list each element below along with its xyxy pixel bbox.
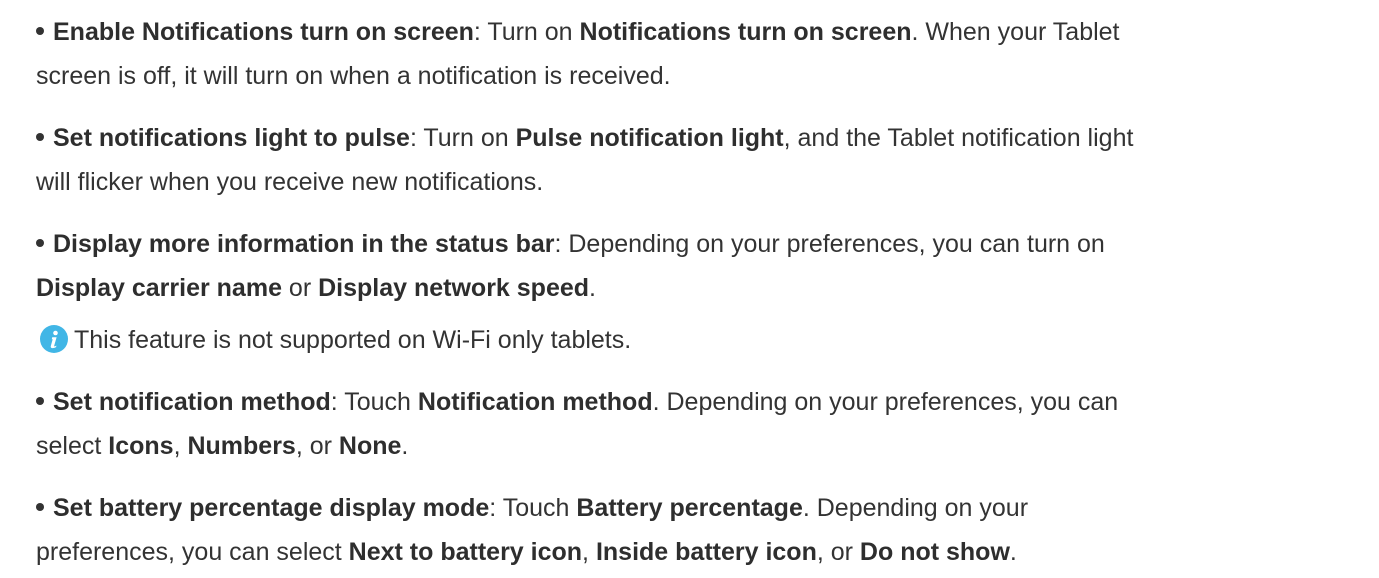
list-item: Set battery percentage display mode: Tou…: [36, 486, 1366, 574]
text-run: preferences, you can select: [36, 538, 349, 566]
item-line-2: will flicker when you receive new notifi…: [36, 160, 1366, 204]
text-run: , or: [295, 432, 339, 460]
bold-term: Display network speed: [318, 274, 590, 302]
bullet-icon: [36, 503, 44, 512]
text-run: or: [281, 274, 319, 302]
list-item: Enable Notifications turn on screen: Tur…: [36, 10, 1366, 98]
bold-term: Notification method: [417, 388, 653, 416]
bold-term: Numbers: [187, 432, 296, 460]
text-run: ,: [173, 432, 188, 460]
note-text: This feature is not supported on Wi-Fi o…: [74, 326, 632, 354]
list-item: Display more information in the status b…: [36, 222, 1366, 310]
text-run: will flicker when you receive new notifi…: [36, 168, 544, 196]
text-run: , or: [816, 538, 860, 566]
text-run: : Depending on your preferences, you can…: [554, 230, 1105, 258]
bold-term: Set notification method: [53, 388, 331, 416]
bold-term: Set battery percentage display mode: [53, 494, 490, 522]
bold-term: Pulse notification light: [515, 124, 784, 152]
list-item: Set notifications light to pulse: Turn o…: [36, 116, 1366, 204]
item-line-1: Set notification method: Touch Notificat…: [36, 380, 1366, 424]
text-run: . When your Tablet: [911, 18, 1120, 46]
text-run: , and the Tablet notification light: [783, 124, 1134, 152]
bold-term: Battery percentage: [576, 494, 803, 522]
document-page: Enable Notifications turn on screen: Tur…: [0, 0, 1379, 578]
text-run: ,: [582, 538, 596, 566]
text-run: .: [589, 274, 596, 302]
item-line-2: screen is off, it will turn on when a no…: [36, 54, 1366, 98]
item-line-1: Enable Notifications turn on screen: Tur…: [36, 10, 1366, 54]
text-run: screen is off, it will turn on when a no…: [36, 62, 671, 90]
bold-term: Notifications turn on screen: [579, 18, 912, 46]
text-run: .: [401, 432, 409, 460]
bullet-icon: [36, 239, 44, 248]
bold-term: Next to battery icon: [348, 538, 583, 566]
bold-term: Inside battery icon: [595, 538, 817, 566]
text-run: select: [36, 432, 109, 460]
bold-term: Icons: [108, 432, 174, 460]
item-line-2: preferences, you can select Next to batt…: [36, 530, 1366, 574]
text-run: : Touch: [330, 388, 418, 416]
item-line-1: Display more information in the status b…: [36, 222, 1366, 266]
text-run: : Touch: [489, 494, 577, 522]
list-item: Set notification method: Touch Notificat…: [36, 380, 1366, 468]
item-line-1: Set notifications light to pulse: Turn o…: [36, 116, 1366, 160]
bold-term: Do not show: [859, 538, 1010, 566]
bullet-icon: [36, 397, 44, 406]
bold-term: None: [338, 432, 402, 460]
item-line-1: Set battery percentage display mode: Tou…: [36, 486, 1366, 530]
info-icon: [40, 325, 68, 354]
bold-term: Enable Notifications turn on screen: [53, 18, 474, 46]
item-line-2: select Icons, Numbers, or None.: [36, 424, 1366, 468]
info-note: This feature is not supported on Wi-Fi o…: [40, 318, 631, 362]
text-run: . Depending on your preferences, you can: [652, 388, 1119, 416]
text-run: : Turn on: [473, 18, 580, 46]
bullet-icon: [36, 133, 44, 142]
text-run: .: [1009, 538, 1017, 566]
text-run: . Depending on your: [802, 494, 1029, 522]
text-run: : Turn on: [409, 124, 516, 152]
item-line-2: Display carrier name or Display network …: [36, 266, 1366, 310]
bullet-icon: [36, 27, 44, 36]
bold-term: Set notifications light to pulse: [53, 124, 410, 152]
bold-term: Display more information in the status b…: [53, 230, 555, 258]
bold-term: Display carrier name: [36, 274, 282, 302]
